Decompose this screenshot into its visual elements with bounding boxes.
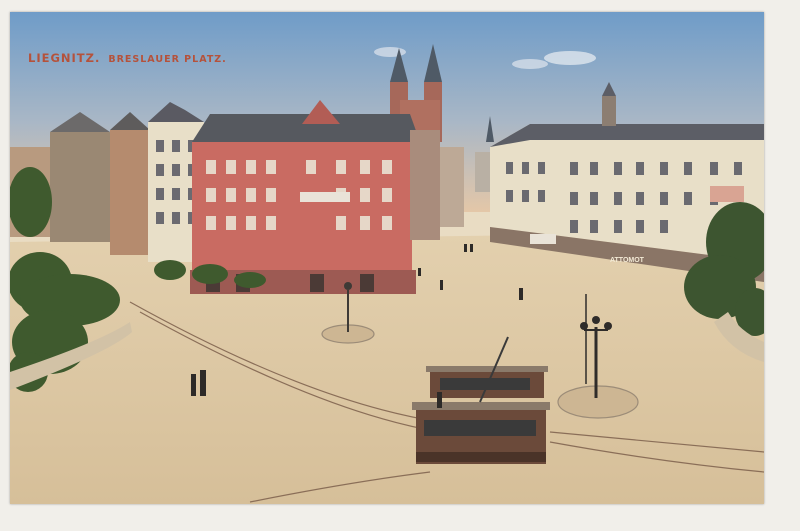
shop-sign: ATTOMOT	[610, 257, 645, 264]
traffic-island	[557, 385, 639, 419]
postcard-caption: LIEGNITZ. BRESLAUER PLATZ.	[28, 47, 227, 66]
caption-square: BRESLAUER PLATZ.	[108, 54, 227, 65]
cloud	[512, 59, 548, 69]
red-corner-building	[190, 100, 440, 294]
distant-building	[440, 147, 464, 227]
street-scene: ATTOMOT	[10, 12, 764, 504]
caption-city: LIEGNITZ.	[28, 51, 101, 65]
tram-rear	[426, 366, 548, 398]
postcard-photo: ATTOMOT LIEGNITZ. BRESLAUER PLATZ.	[10, 12, 764, 504]
cloud	[374, 47, 406, 57]
cloud	[544, 51, 596, 65]
